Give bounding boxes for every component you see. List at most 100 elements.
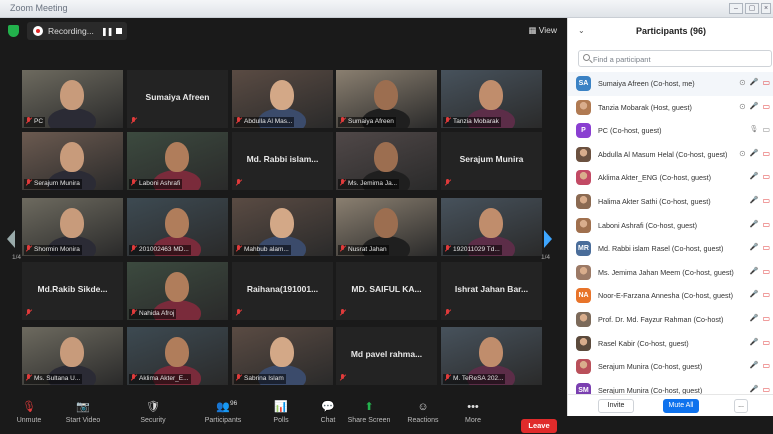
- unmute-button[interactable]: 🎙 Unmute: [6, 400, 52, 434]
- microphone-muted-icon[interactable]: 🎤: [750, 385, 759, 393]
- video-off-icon[interactable]: ▭: [762, 361, 770, 370]
- microphone-muted-icon[interactable]: 🎤: [750, 361, 759, 369]
- video-off-icon[interactable]: ▭: [762, 220, 770, 229]
- microphone-muted-icon[interactable]: 🎤: [750, 172, 759, 180]
- security-button[interactable]: 🛡 Security: [130, 400, 176, 434]
- reactions-button[interactable]: ☺ Reactions: [400, 400, 446, 434]
- microphone-muted-icon[interactable]: 🎤: [750, 78, 759, 86]
- video-tile[interactable]: Abdulla Al Mas...: [232, 70, 333, 128]
- video-tile[interactable]: MD. SAIFUL KA...: [336, 262, 437, 320]
- video-tile[interactable]: Shormin Monira: [22, 198, 123, 256]
- microphone-muted-icon[interactable]: 🎤: [750, 338, 759, 346]
- video-tile[interactable]: Ishrat Jahan Bar...: [441, 262, 542, 320]
- video-tile[interactable]: 192011029 Td...: [441, 198, 542, 256]
- microphone-muted-icon[interactable]: 🎤: [750, 149, 759, 157]
- microphone-muted-icon[interactable]: 🎙: [750, 125, 759, 133]
- video-tile[interactable]: Nusrat Jahan: [336, 198, 437, 256]
- stop-recording-button[interactable]: [116, 28, 122, 34]
- video-tile[interactable]: Sumaiya Afreen: [336, 70, 437, 128]
- video-tile[interactable]: Serajum Munira: [22, 132, 123, 190]
- minimize-button[interactable]: –: [729, 3, 743, 14]
- video-tile[interactable]: Nahida Afroj: [127, 262, 228, 320]
- video-off-icon[interactable]: ▭: [762, 314, 770, 323]
- participant-row[interactable]: Tanzia Mobarak (Host, guest) ⊙ 🎤 ▭: [568, 96, 773, 120]
- video-off-icon[interactable]: ▭: [762, 125, 770, 134]
- video-tile[interactable]: Ms. Jemima Ja...: [336, 132, 437, 190]
- video-tile[interactable]: Serajum Munira: [441, 132, 542, 190]
- microphone-muted-icon[interactable]: 🎤: [750, 220, 759, 228]
- polls-button[interactable]: 📊 Polls: [258, 400, 304, 434]
- toolbar-label: Security: [140, 417, 166, 424]
- participant-row[interactable]: MR Md. Rabbi islam Rasel (Co-host, guest)…: [568, 237, 773, 261]
- microphone-muted-icon[interactable]: 🎤: [750, 243, 759, 251]
- video-tile[interactable]: Aklima Akter_E...: [127, 327, 228, 385]
- polls-icon: 📊: [274, 401, 288, 413]
- tile-caption: Sabrina Islam: [244, 375, 284, 382]
- participant-name: Rasel Kabir (Co-host, guest): [598, 338, 689, 348]
- video-tile[interactable]: M. TeReSA 202...: [441, 327, 542, 385]
- tile-name-label: Sabrina Islam: [234, 374, 286, 384]
- video-off-icon[interactable]: ▭: [762, 196, 770, 205]
- invite-button[interactable]: Invite: [598, 399, 634, 413]
- participant-search-input[interactable]: [593, 53, 763, 65]
- video-off-icon[interactable]: ▭: [762, 172, 770, 181]
- tile-name-label: Abdulla Al Mas...: [234, 117, 295, 127]
- participant-row[interactable]: Abdulla Al Masum Helal (Co-host, guest) ⊙…: [568, 143, 773, 167]
- tile-caption: Aklima Akter_E...: [139, 375, 189, 382]
- avatar: [576, 335, 591, 351]
- video-tile[interactable]: Sumaiya Afreen: [127, 70, 228, 128]
- share-screen-button[interactable]: ⬆ Share Screen: [346, 400, 392, 434]
- microphone-muted-icon[interactable]: 🎤: [750, 314, 759, 322]
- close-button[interactable]: ×: [761, 3, 771, 14]
- view-button[interactable]: ▦ View: [528, 25, 557, 36]
- pause-recording-button[interactable]: ❚❚: [101, 27, 113, 36]
- video-off-icon[interactable]: ▭: [762, 267, 770, 276]
- more-button[interactable]: ••• More: [450, 400, 496, 434]
- video-tile[interactable]: Md. Rabbi islam...: [232, 132, 333, 190]
- next-page-arrow-icon[interactable]: [544, 230, 552, 248]
- video-tile[interactable]: 201002463 MD...: [127, 198, 228, 256]
- video-tile[interactable]: Md pavel rahma...: [336, 327, 437, 385]
- video-tile[interactable]: Raihana(191001...: [232, 262, 333, 320]
- start-video-button[interactable]: 📷 Start Video: [60, 400, 106, 434]
- participant-row[interactable]: NA Noor-E-Farzana Annesha (Co-host, guest…: [568, 284, 773, 308]
- participant-row[interactable]: Aklima Akter_ENG (Co-host, guest) 🎤 ▭: [568, 166, 773, 190]
- video-off-icon[interactable]: ▭: [762, 102, 770, 111]
- video-off-icon[interactable]: ▭: [762, 243, 770, 252]
- participant-row[interactable]: Halima Akter Sathi (Co-host, guest) 🎤 ▭: [568, 190, 773, 214]
- video-off-icon[interactable]: ▭: [762, 78, 770, 87]
- video-off-icon[interactable]: ▭: [762, 385, 770, 394]
- participant-row[interactable]: Laboni Ashrafi (Co-host, guest) 🎤 ▭: [568, 214, 773, 238]
- participant-row[interactable]: Rasel Kabir (Co-host, guest) 🎤 ▭: [568, 332, 773, 356]
- video-off-icon[interactable]: ▭: [762, 290, 770, 299]
- video-tile[interactable]: PC: [22, 70, 123, 128]
- more-options-button[interactable]: ...: [734, 399, 748, 413]
- participant-search[interactable]: [578, 50, 772, 67]
- video-off-icon[interactable]: ▭: [762, 149, 770, 158]
- video-tile[interactable]: Tanzia Mobarak: [441, 70, 542, 128]
- participant-row[interactable]: P PC (Co-host, guest) 🎙 ▭: [568, 119, 773, 143]
- microphone-muted-icon[interactable]: 🎤: [750, 102, 759, 110]
- participant-row[interactable]: SA Sumaiya Afreen (Co-host, me) ⊙ 🎤 ▭: [568, 72, 773, 96]
- video-tile[interactable]: Sabrina Islam: [232, 327, 333, 385]
- mute-all-button[interactable]: Mute All: [663, 399, 699, 413]
- participant-row[interactable]: Serajum Munira (Co-host, guest) 🎤 ▭: [568, 355, 773, 379]
- tile-caption: Nusrat Jahan: [348, 246, 387, 253]
- microphone-muted-icon[interactable]: 🎤: [750, 196, 759, 204]
- video-tile[interactable]: Ms. Sultana U...: [22, 327, 123, 385]
- participant-row[interactable]: Ms. Jemima Jahan Meem (Co-host, guest) 🎤 ▭: [568, 261, 773, 285]
- participants-button[interactable]: 👥 96 Participants: [196, 400, 250, 434]
- leave-button[interactable]: Leave: [521, 419, 557, 433]
- previous-page-arrow-icon[interactable]: [7, 230, 15, 248]
- avatar: NA: [576, 288, 591, 304]
- maximize-button[interactable]: ▢: [745, 3, 759, 14]
- encryption-shield-icon[interactable]: [8, 25, 19, 37]
- video-tile[interactable]: Mahbub alam...: [232, 198, 333, 256]
- microphone-muted-icon[interactable]: 🎤: [750, 290, 759, 298]
- participant-row[interactable]: Prof. Dr. Md. Fayzur Rahman (Co-host) 🎤 ▭: [568, 308, 773, 332]
- video-tile[interactable]: Md.Rakib Sikde...: [22, 262, 123, 320]
- video-off-icon[interactable]: ▭: [762, 338, 770, 347]
- chat-button[interactable]: 💬 Chat: [305, 400, 351, 434]
- video-tile[interactable]: Laboni Ashrafi: [127, 132, 228, 190]
- microphone-muted-icon[interactable]: 🎤: [750, 267, 759, 275]
